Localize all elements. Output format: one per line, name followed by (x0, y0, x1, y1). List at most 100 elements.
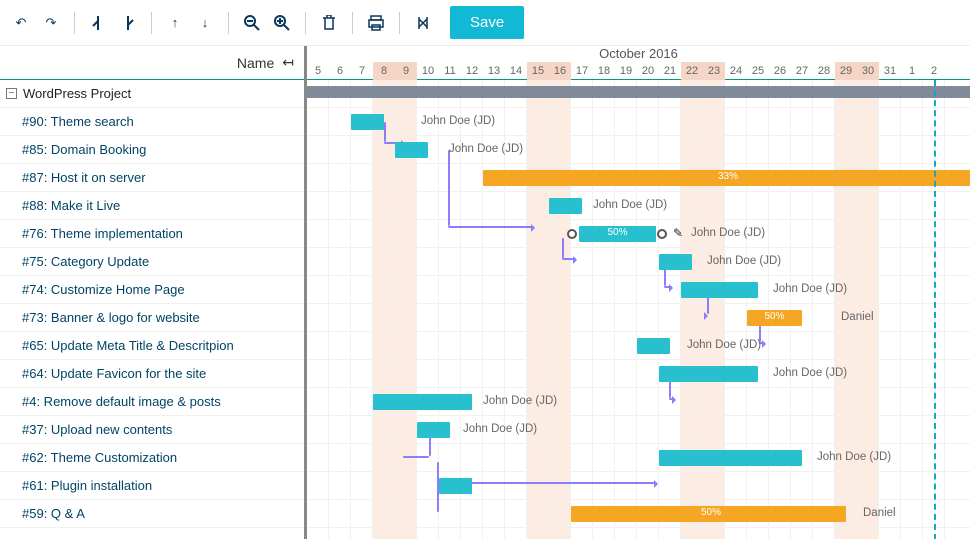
task-bar[interactable] (351, 114, 384, 130)
day-cell: 26 (769, 62, 791, 80)
task-row[interactable]: #37: Upload new contents (0, 416, 304, 444)
task-row[interactable]: #90: Theme search (0, 108, 304, 136)
task-row[interactable]: #4: Remove default image & posts (0, 388, 304, 416)
outdent-icon[interactable] (85, 10, 111, 36)
task-bar-selected[interactable]: 50% (579, 226, 656, 242)
assignee-label: John Doe (JD) (691, 227, 765, 239)
task-row[interactable]: #65: Update Meta Title & Descritpion (0, 332, 304, 360)
day-cell: 27 (791, 62, 813, 80)
assignee-label: John Doe (JD) (687, 339, 761, 351)
separator (151, 12, 152, 34)
gantt-panel[interactable]: October 2016 567891011121314151617181920… (307, 46, 970, 539)
dependency-link (448, 226, 534, 228)
task-row-root[interactable]: − WordPress Project (0, 80, 304, 108)
day-cell: 19 (615, 62, 637, 80)
progress-label: 50% (607, 227, 627, 238)
day-cell: 10 (417, 62, 439, 80)
task-bar[interactable] (439, 478, 472, 494)
task-bar[interactable] (373, 394, 472, 410)
task-row[interactable]: #73: Banner & logo for website (0, 304, 304, 332)
task-row[interactable]: #62: Theme Customization (0, 444, 304, 472)
task-row[interactable]: #76: Theme implementation (0, 220, 304, 248)
task-row[interactable]: #75: Category Update (0, 248, 304, 276)
task-bar[interactable] (659, 254, 692, 270)
task-row[interactable]: #87: Host it on server (0, 164, 304, 192)
day-cell: 24 (725, 62, 747, 80)
print-icon[interactable] (363, 10, 389, 36)
grid-row (307, 248, 970, 276)
day-cell: 22 (681, 62, 703, 80)
day-cell: 23 (703, 62, 725, 80)
task-bar[interactable]: 33% (483, 170, 970, 186)
task-label: #76: Theme implementation (22, 226, 183, 241)
day-cell: 13 (483, 62, 505, 80)
task-bar[interactable] (417, 422, 450, 438)
bar-resize-handle-left[interactable] (567, 229, 577, 239)
dependency-link (669, 398, 675, 400)
delete-icon[interactable] (316, 10, 342, 36)
task-list-panel: Name ↤ − WordPress Project #90: Theme se… (0, 46, 307, 539)
task-row[interactable]: #61: Plugin installation (0, 472, 304, 500)
edit-icon[interactable]: ✎ (673, 226, 683, 240)
assignee-label: John Doe (JD) (483, 395, 557, 407)
day-cell: 2 (923, 62, 945, 80)
collapse-panel-icon[interactable]: ↤ (282, 54, 294, 71)
dependency-link (448, 150, 450, 226)
summary-bar[interactable] (307, 86, 970, 98)
dependency-link (562, 238, 564, 258)
day-scale: 5678910111213141516171819202122232425262… (307, 62, 970, 80)
toolbar: ↶ ↷ ↑ ↓ Save (0, 0, 970, 46)
day-cell: 14 (505, 62, 527, 80)
expand-collapse-icon[interactable] (410, 10, 436, 36)
undo-icon[interactable]: ↶ (8, 10, 34, 36)
move-up-icon[interactable]: ↑ (162, 10, 188, 36)
day-cell: 15 (527, 62, 549, 80)
task-bar[interactable] (659, 450, 802, 466)
task-label: #62: Theme Customization (22, 450, 177, 465)
redo-icon[interactable]: ↷ (38, 10, 64, 36)
assignee-label: John Doe (JD) (463, 423, 537, 435)
dependency-link (562, 258, 576, 260)
task-bar[interactable] (395, 142, 428, 158)
task-row[interactable]: #74: Customize Home Page (0, 276, 304, 304)
task-label: #88: Make it Live (22, 198, 120, 213)
grid-row (307, 108, 970, 136)
task-label: #59: Q & A (22, 506, 85, 521)
month-label: October 2016 (307, 46, 970, 62)
progress-label: 50% (701, 507, 721, 518)
task-row[interactable]: #85: Domain Booking (0, 136, 304, 164)
task-bar[interactable] (637, 338, 670, 354)
task-bar[interactable] (549, 198, 582, 214)
task-bar[interactable] (659, 366, 758, 382)
task-row[interactable]: #88: Make it Live (0, 192, 304, 220)
task-bar[interactable]: 50% (747, 310, 802, 326)
separator (352, 12, 353, 34)
zoom-out-icon[interactable] (239, 10, 265, 36)
task-row[interactable]: #64: Update Favicon for the site (0, 360, 304, 388)
gantt-body[interactable]: John Doe (JD) John Doe (JD) 33% John Doe… (307, 80, 970, 539)
day-cell: 28 (813, 62, 835, 80)
task-label: #64: Update Favicon for the site (22, 366, 206, 381)
day-cell: 9 (395, 62, 417, 80)
timeline-header: October 2016 567891011121314151617181920… (307, 46, 970, 80)
separator (228, 12, 229, 34)
assignee-label: John Doe (JD) (773, 283, 847, 295)
separator (305, 12, 306, 34)
save-button[interactable]: Save (450, 6, 524, 39)
progress-label: 50% (764, 311, 784, 322)
task-label: #90: Theme search (22, 114, 134, 129)
task-bar[interactable] (681, 282, 758, 298)
task-label: #65: Update Meta Title & Descritpion (22, 338, 234, 353)
collapse-toggle-icon[interactable]: − (6, 88, 17, 99)
bar-resize-handle-right[interactable] (657, 229, 667, 239)
day-cell: 8 (373, 62, 395, 80)
task-bar[interactable]: 50% (571, 506, 846, 522)
task-row[interactable]: #59: Q & A (0, 500, 304, 528)
indent-icon[interactable] (115, 10, 141, 36)
name-column-header: Name (237, 55, 274, 71)
day-cell: 11 (439, 62, 461, 80)
task-label: #37: Upload new contents (22, 422, 172, 437)
day-cell: 17 (571, 62, 593, 80)
move-down-icon[interactable]: ↓ (192, 10, 218, 36)
zoom-in-icon[interactable] (269, 10, 295, 36)
